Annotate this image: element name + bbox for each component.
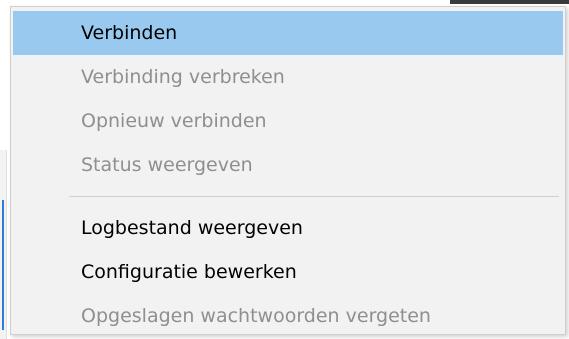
background-accent-strip	[2, 200, 4, 330]
background-taskbar-edge	[450, 0, 569, 4]
context-menu: Verbinden Verbinding verbreken Opnieuw v…	[10, 6, 566, 335]
menu-item-configuratie-bewerken[interactable]: Configuratie bewerken	[13, 250, 563, 294]
menu-item-logbestand-weergeven[interactable]: Logbestand weergeven	[13, 206, 563, 250]
menu-item-verbinden[interactable]: Verbinden	[13, 11, 563, 55]
background-window-edge	[0, 150, 7, 339]
menu-item-verbinding-verbreken[interactable]: Verbinding verbreken	[13, 55, 563, 99]
menu-item-status-weergeven[interactable]: Status weergeven	[13, 143, 563, 187]
menu-item-opnieuw-verbinden[interactable]: Opnieuw verbinden	[13, 99, 563, 143]
menu-item-wachtwoorden-vergeten[interactable]: Opgeslagen wachtwoorden vergeten	[13, 294, 563, 338]
menu-separator	[69, 196, 559, 197]
desktop-background: Verbinden Verbinding verbreken Opnieuw v…	[0, 0, 569, 339]
